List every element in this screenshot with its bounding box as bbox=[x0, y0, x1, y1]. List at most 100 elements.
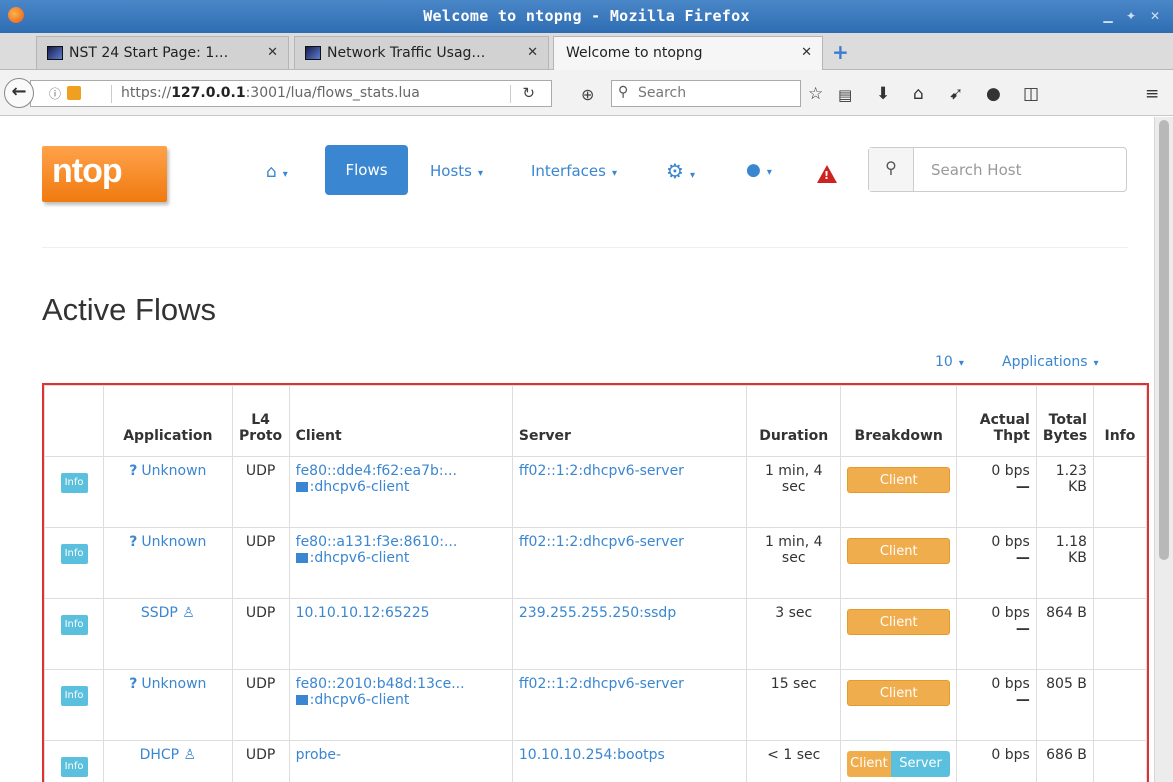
col-header-client[interactable]: Client bbox=[288, 385, 513, 457]
table-row: Info ? Unknown UDP fe80::2010:b48d:13ce..… bbox=[43, 669, 1148, 741]
client-link[interactable]: fe80::a131:f3e:8610:... bbox=[296, 534, 458, 550]
active-flows-table: Application L4 Proto Client Server Durati… bbox=[42, 383, 1149, 782]
bookmark-star-icon[interactable]: ☆ bbox=[808, 84, 823, 104]
trend-flat-icon: — bbox=[1015, 621, 1030, 637]
throughput-value: 0 bps bbox=[991, 676, 1030, 692]
close-window-icon[interactable]: ✕ bbox=[1145, 8, 1165, 24]
url-bar[interactable]: ⓘ https://127.0.0.1:3001/lua/flows_stats… bbox=[30, 80, 552, 107]
home-icon[interactable]: ⌂ bbox=[913, 84, 924, 104]
tab-close-icon[interactable]: ✕ bbox=[801, 37, 812, 69]
server-link[interactable]: ff02::1:2:dhcpv6-server bbox=[519, 463, 684, 479]
reload-icon[interactable]: ↻ bbox=[522, 84, 535, 102]
tab-close-icon[interactable]: ✕ bbox=[267, 37, 278, 69]
scrollbar-thumb[interactable] bbox=[1159, 120, 1169, 560]
tab-label: Welcome to ntopng bbox=[566, 45, 703, 61]
proto-cell: UDP bbox=[231, 527, 290, 599]
client-port-link[interactable]: :dhcpv6-client bbox=[295, 479, 409, 495]
interfaces-menu[interactable]: Interfaces ▾ bbox=[531, 162, 617, 180]
col-header-total-bytes[interactable]: Total Bytes bbox=[1035, 385, 1094, 457]
search-input[interactable]: ⚲ Search bbox=[611, 80, 801, 107]
back-button[interactable]: ← bbox=[4, 78, 34, 108]
send-icon[interactable]: ➹ bbox=[949, 84, 963, 104]
col-header-actual-thpt[interactable]: Actual Thpt bbox=[956, 385, 1037, 457]
application-link[interactable]: ? Unknown bbox=[129, 676, 206, 692]
bytes-cell: 1.23 KB bbox=[1035, 456, 1094, 528]
tab-label: Network Traffic Usag… bbox=[327, 45, 486, 61]
info-cell bbox=[1092, 740, 1148, 782]
col-header-application[interactable]: Application bbox=[103, 385, 233, 457]
server-link[interactable]: ff02::1:2:dhcpv6-server bbox=[519, 676, 684, 692]
search-icon: ⚲ bbox=[869, 148, 914, 191]
hamburger-menu-icon[interactable]: ≡ bbox=[1145, 84, 1159, 104]
bytes-cell: 864 B bbox=[1035, 598, 1094, 670]
nst-favicon-icon bbox=[305, 46, 321, 60]
col-header-duration[interactable]: Duration bbox=[746, 385, 842, 457]
new-tab-plus-icon[interactable]: + bbox=[832, 40, 849, 64]
site-identity-icon[interactable]: ⊕ bbox=[581, 85, 594, 104]
minimize-icon[interactable]: ▁ bbox=[1098, 8, 1118, 24]
pocket-icon[interactable]: ◫ bbox=[1023, 84, 1039, 104]
bytes-cell: 805 B bbox=[1035, 669, 1094, 741]
client-link[interactable]: fe80::dde4:f62:ea7b:... bbox=[296, 463, 457, 479]
proto-cell: UDP bbox=[231, 456, 290, 528]
ntop-logo[interactable]: ntop bbox=[42, 146, 167, 202]
host-search-input[interactable]: ⚲ Search Host bbox=[868, 147, 1127, 192]
search-placeholder: Search bbox=[638, 85, 687, 101]
throughput-value: 0 bps bbox=[991, 605, 1030, 621]
client-port-link[interactable]: :dhcpv6-client bbox=[295, 692, 409, 708]
flow-info-button[interactable]: Info bbox=[60, 757, 88, 777]
question-icon: ? bbox=[129, 534, 138, 550]
url-text[interactable]: https://127.0.0.1:3001/lua/flows_stats.l… bbox=[121, 85, 420, 101]
vertical-scrollbar[interactable] bbox=[1154, 117, 1173, 782]
throughput-value: 0 bps bbox=[991, 463, 1030, 479]
alert-warning-icon[interactable]: ! bbox=[817, 165, 837, 183]
user-menu-icon[interactable]: ● ▾ bbox=[746, 160, 772, 180]
application-link[interactable]: ? Unknown bbox=[129, 463, 206, 479]
maximize-icon[interactable]: ✦ bbox=[1121, 8, 1141, 24]
search-icon: ⚲ bbox=[618, 84, 629, 100]
flows-menu-button[interactable]: Flows bbox=[325, 145, 408, 195]
chat-icon[interactable]: ● bbox=[986, 84, 1001, 104]
client-link[interactable]: 10.10.10.12:65225 bbox=[296, 605, 430, 621]
download-icon[interactable]: ⬇ bbox=[876, 84, 890, 104]
info-circle-icon[interactable]: ⓘ bbox=[49, 85, 61, 102]
client-port-link[interactable]: :dhcpv6-client bbox=[295, 550, 409, 566]
tab-network-traffic[interactable]: Network Traffic Usag… ✕ bbox=[294, 36, 549, 69]
flow-info-button[interactable]: Info bbox=[60, 686, 88, 706]
col-header-server[interactable]: Server bbox=[511, 385, 748, 457]
proto-cell: UDP bbox=[231, 598, 290, 670]
flow-info-button[interactable]: Info bbox=[60, 615, 88, 635]
tab-welcome-ntopng[interactable]: Welcome to ntopng ✕ bbox=[553, 36, 823, 71]
hosts-menu[interactable]: Hosts ▾ bbox=[430, 162, 483, 180]
client-link[interactable]: probe- bbox=[296, 747, 341, 763]
flow-info-button[interactable]: Info bbox=[60, 473, 88, 493]
application-link[interactable]: ? Unknown bbox=[129, 534, 206, 550]
application-link[interactable]: SSDP ♙ bbox=[141, 605, 195, 621]
nst-favicon-icon bbox=[47, 46, 63, 60]
server-link[interactable]: 10.10.10.254:bootps bbox=[519, 747, 665, 763]
library-icon[interactable]: ▤ bbox=[838, 86, 852, 104]
col-header-l4-proto[interactable]: L4 Proto bbox=[231, 385, 290, 457]
duration-cell: 1 min, 4 sec bbox=[746, 456, 842, 528]
question-icon: ? bbox=[129, 463, 138, 479]
settings-gear-icon[interactable]: ⚙ ▾ bbox=[666, 159, 695, 183]
insecure-lock-icon[interactable] bbox=[67, 86, 81, 100]
duration-cell: 1 min, 4 sec bbox=[746, 527, 842, 599]
tab-nst-start-page[interactable]: NST 24 Start Page: 1… ✕ bbox=[36, 36, 289, 69]
bytes-cell: 686 B bbox=[1035, 740, 1094, 782]
application-link[interactable]: DHCP ♙ bbox=[140, 747, 197, 763]
breakdown-split-bar: Client Server bbox=[847, 751, 951, 777]
table-row: Info SSDP ♙ UDP 10.10.10.12:65225 239.25… bbox=[43, 598, 1148, 670]
flag-icon bbox=[295, 695, 308, 705]
flow-info-button[interactable]: Info bbox=[60, 544, 88, 564]
rows-per-page-dropdown[interactable]: 10 ▾ bbox=[935, 354, 964, 370]
server-link[interactable]: 239.255.255.250:ssdp bbox=[519, 605, 676, 621]
home-menu-icon[interactable]: ⌂ ▾ bbox=[266, 162, 288, 182]
duration-cell: < 1 sec bbox=[746, 740, 842, 782]
breakdown-client-bar: Client bbox=[847, 538, 951, 564]
server-link[interactable]: ff02::1:2:dhcpv6-server bbox=[519, 534, 684, 550]
breakdown-client-bar: Client bbox=[847, 680, 951, 706]
applications-filter-dropdown[interactable]: Applications ▾ bbox=[1002, 354, 1099, 370]
tab-close-icon[interactable]: ✕ bbox=[527, 37, 538, 69]
client-link[interactable]: fe80::2010:b48d:13ce... bbox=[296, 676, 465, 692]
